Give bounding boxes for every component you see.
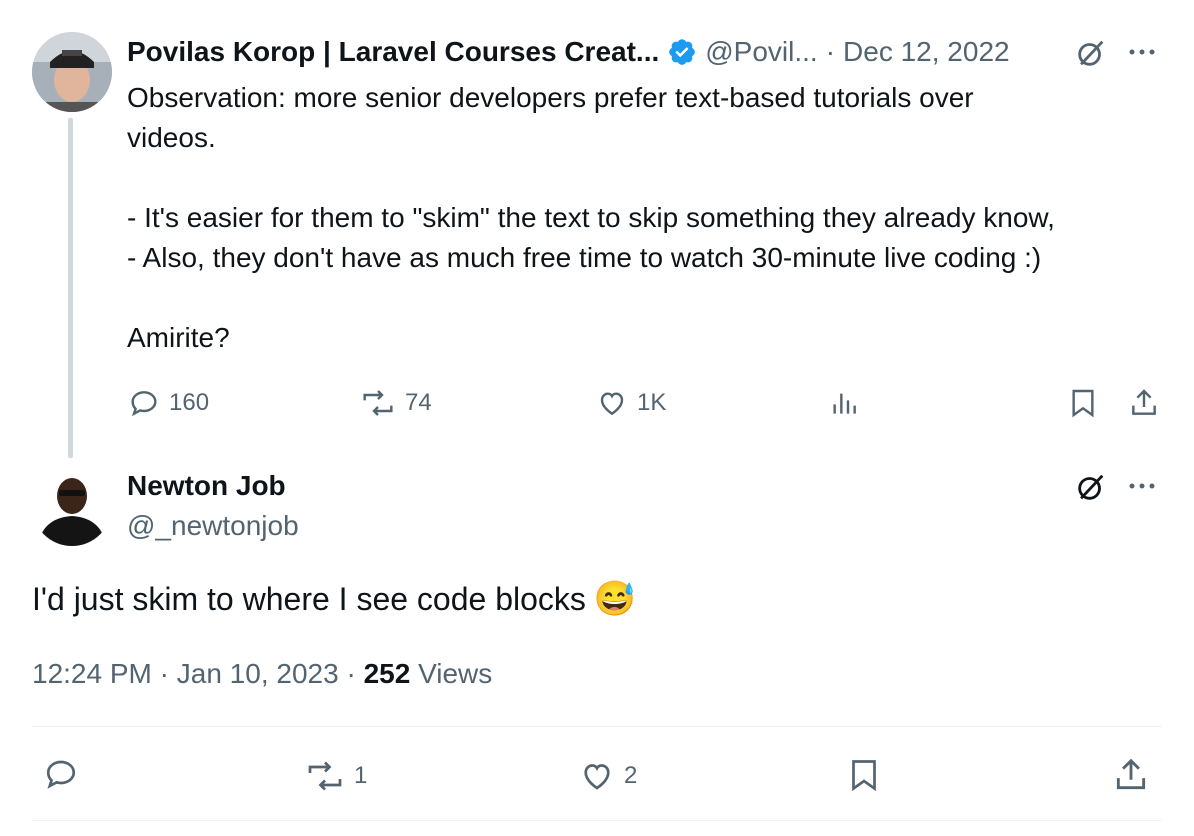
- tweet-actions: 160 74 1K: [127, 383, 1162, 423]
- tweet-text: Observation: more senior developers pref…: [127, 82, 1055, 353]
- retweet-icon: [304, 758, 346, 794]
- like-icon: [595, 387, 629, 419]
- thread-line: [68, 118, 73, 458]
- like-count: 2: [624, 762, 638, 789]
- reply-author-name[interactable]: Newton Job: [127, 466, 286, 506]
- like-count: 1K: [637, 389, 667, 416]
- views-icon[interactable]: [827, 387, 861, 419]
- retweet-count: 74: [405, 389, 432, 416]
- tweet-meta: 12:24 PM · Jan 10, 2023 · 252 Views: [32, 654, 492, 694]
- share-icon[interactable]: [1127, 387, 1161, 419]
- tweet-time[interactable]: 12:24 PM: [32, 658, 152, 689]
- bookmark-icon[interactable]: [1067, 387, 1099, 419]
- reply-count: 160: [169, 389, 210, 416]
- retweet-count: 1: [354, 762, 368, 789]
- reply-text-row: I'd just skim to where I see code blocks…: [32, 576, 636, 622]
- views-label: Views: [418, 658, 493, 689]
- reply-text: I'd just skim to where I see code blocks: [32, 581, 586, 617]
- verified-badge-icon: [667, 37, 697, 67]
- retweet-button[interactable]: 1: [304, 758, 367, 794]
- meta-separator: ·: [346, 658, 356, 689]
- author-name[interactable]: Povilas Korop | Laravel Courses Creat...: [127, 36, 659, 68]
- views-count: 252: [363, 658, 411, 689]
- grok-icon[interactable]: [1074, 470, 1108, 504]
- retweet-icon: [359, 387, 397, 419]
- bookmark-icon[interactable]: [846, 756, 882, 794]
- more-icon[interactable]: [1126, 474, 1158, 498]
- tweet-date[interactable]: Dec 12, 2022: [843, 36, 1010, 68]
- meta-separator: ·: [159, 658, 169, 689]
- reply-actions: 1 2: [32, 750, 1162, 800]
- tweet-header: Povilas Korop | Laravel Courses Creat...…: [127, 32, 1010, 72]
- like-button[interactable]: 2: [578, 758, 637, 794]
- like-button[interactable]: 1K: [595, 387, 666, 419]
- avatar-image: [32, 466, 112, 546]
- divider: [32, 820, 1162, 821]
- sweat-smile-emoji: 😅: [593, 580, 637, 618]
- more-icon[interactable]: [1126, 40, 1158, 64]
- header-separator: ·: [825, 36, 836, 67]
- author-avatar-povilas[interactable]: [32, 32, 112, 112]
- grok-icon[interactable]: [1074, 36, 1108, 70]
- author-handle[interactable]: @Povil...: [705, 36, 817, 68]
- reply-icon: [127, 387, 161, 419]
- avatar-image: [32, 32, 112, 112]
- reply-author-handle[interactable]: @_newtonjob: [127, 506, 299, 546]
- author-avatar-newton[interactable]: [32, 466, 112, 546]
- reply-button[interactable]: [42, 756, 80, 792]
- reply-button[interactable]: 160: [127, 387, 209, 419]
- tweet-date[interactable]: Jan 10, 2023: [177, 658, 339, 689]
- share-icon[interactable]: [1112, 756, 1150, 794]
- retweet-button[interactable]: 74: [359, 387, 432, 419]
- divider: [32, 726, 1162, 727]
- like-icon: [578, 758, 616, 794]
